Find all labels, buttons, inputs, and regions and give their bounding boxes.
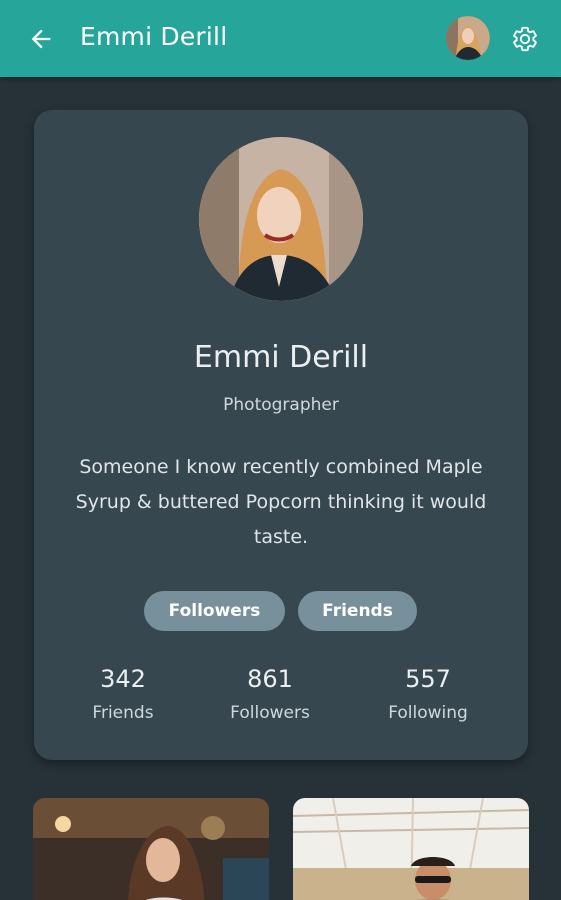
stat-label: Following bbox=[388, 703, 468, 723]
profile-role: Photographer bbox=[223, 395, 339, 415]
stat-value: 557 bbox=[405, 665, 451, 693]
settings-button[interactable] bbox=[508, 22, 542, 56]
friends-button[interactable]: Friends bbox=[298, 591, 417, 631]
gear-icon bbox=[513, 26, 537, 52]
profile-card: Emmi Derill Photographer Someone I know … bbox=[34, 110, 528, 760]
back-button[interactable] bbox=[24, 22, 58, 56]
stat-label: Followers bbox=[230, 703, 310, 723]
app-bar: Emmi Derill bbox=[0, 0, 561, 77]
gallery-photo[interactable] bbox=[33, 798, 269, 900]
stat-value: 342 bbox=[100, 665, 146, 693]
followers-button[interactable]: Followers bbox=[144, 591, 285, 631]
stat-following[interactable]: 557 Following bbox=[353, 665, 503, 723]
page-title: Emmi Derill bbox=[80, 22, 228, 51]
arrow-left-icon bbox=[31, 29, 51, 49]
stat-label: Friends bbox=[92, 703, 154, 723]
profile-avatar bbox=[199, 137, 363, 301]
profile-name: Emmi Derill bbox=[193, 340, 369, 375]
stat-friends[interactable]: 342 Friends bbox=[48, 665, 198, 723]
stat-value: 861 bbox=[247, 665, 293, 693]
profile-bio: Someone I know recently combined Maple S… bbox=[75, 456, 487, 548]
appbar-avatar[interactable] bbox=[446, 16, 490, 60]
stat-followers[interactable]: 861 Followers bbox=[195, 665, 345, 723]
gallery-photo[interactable] bbox=[293, 798, 529, 900]
